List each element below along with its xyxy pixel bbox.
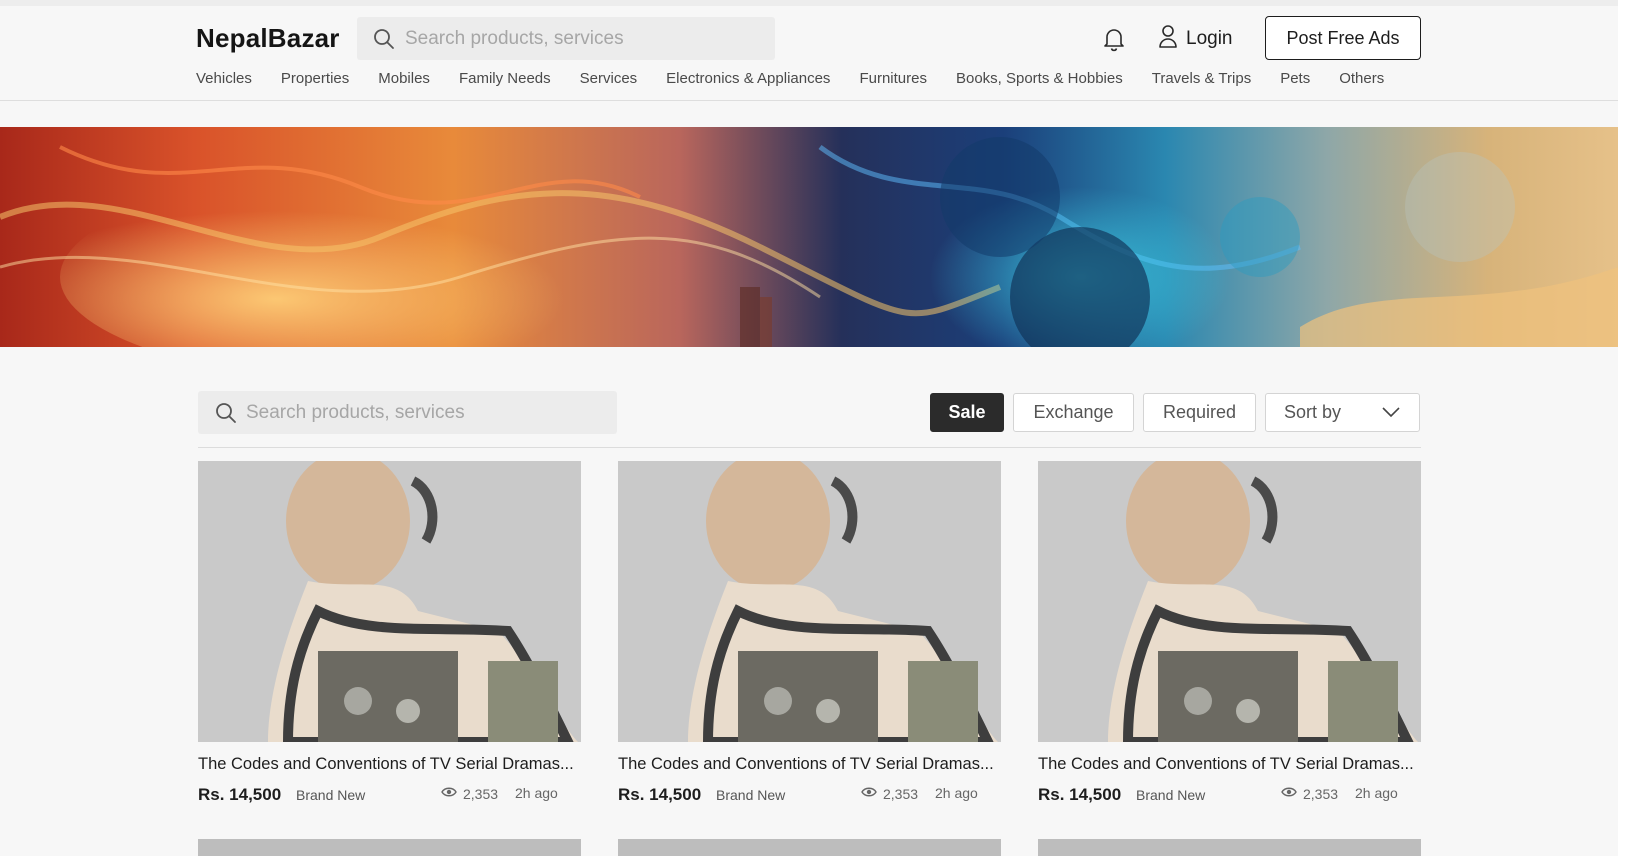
search-icon — [215, 402, 237, 429]
user-icon — [1158, 24, 1178, 53]
product-views-count: 2,353 — [883, 786, 919, 802]
page: NepalBazar Login Post Free Ads Vehicles … — [0, 0, 1630, 856]
right-edge — [1618, 0, 1630, 856]
product-image[interactable] — [198, 461, 581, 742]
product-title[interactable]: The Codes and Conventions of TV Serial D… — [198, 755, 581, 774]
category-travels[interactable]: Travels & Trips — [1152, 70, 1251, 87]
product-posted-time: 2h ago — [935, 785, 978, 801]
product-title[interactable]: The Codes and Conventions of TV Serial D… — [1038, 755, 1421, 774]
filter-exchange-button[interactable]: Exchange — [1013, 393, 1134, 432]
category-books-sports[interactable]: Books, Sports & Hobbies — [956, 70, 1123, 87]
product-price: Rs. 14,500 — [618, 785, 702, 804]
product-price: Rs. 14,500 — [198, 785, 282, 804]
site-logo[interactable]: NepalBazar — [196, 23, 340, 54]
category-nav: Vehicles Properties Mobiles Family Needs… — [196, 70, 1384, 87]
category-services[interactable]: Services — [580, 70, 638, 87]
product-condition: Brand New — [716, 787, 786, 803]
sort-by-label: Sort by — [1284, 402, 1342, 422]
eye-icon — [861, 785, 877, 803]
filter-sale-button[interactable]: Sale — [930, 393, 1004, 432]
product-condition: Brand New — [1136, 787, 1206, 803]
product-image-partial[interactable] — [198, 839, 581, 856]
category-family-needs[interactable]: Family Needs — [459, 70, 551, 87]
product-card[interactable]: The Codes and Conventions of TV Serial D… — [1038, 461, 1421, 808]
product-meta: Rs. 14,500 Brand New 2,353 2h ago — [198, 782, 581, 808]
login-label: Login — [1186, 27, 1233, 49]
category-mobiles[interactable]: Mobiles — [378, 70, 430, 87]
chevron-down-icon — [1381, 402, 1401, 423]
product-card[interactable]: The Codes and Conventions of TV Serial D… — [618, 461, 1001, 808]
product-image-partial[interactable] — [618, 839, 1001, 856]
product-card[interactable]: The Codes and Conventions of TV Serial D… — [198, 461, 581, 808]
product-views: 2,353 — [861, 785, 918, 803]
listing-search-box[interactable] — [198, 391, 617, 434]
product-views-count: 2,353 — [1303, 786, 1339, 802]
filter-required-button[interactable]: Required — [1143, 393, 1256, 432]
product-price: Rs. 14,500 — [1038, 785, 1122, 804]
product-image-partial[interactable] — [1038, 839, 1421, 856]
category-electronics[interactable]: Electronics & Appliances — [666, 70, 830, 87]
product-condition: Brand New — [296, 787, 366, 803]
header-search-box[interactable] — [357, 17, 775, 60]
category-vehicles[interactable]: Vehicles — [196, 70, 252, 87]
product-title[interactable]: The Codes and Conventions of TV Serial D… — [618, 755, 1001, 774]
login-link[interactable]: Login — [1158, 24, 1233, 53]
category-furnitures[interactable]: Furnitures — [859, 70, 927, 87]
product-views: 2,353 — [1281, 785, 1338, 803]
header-search-input[interactable] — [405, 17, 765, 60]
eye-icon — [441, 785, 457, 803]
product-posted-time: 2h ago — [1355, 785, 1398, 801]
eye-icon — [1281, 785, 1297, 803]
site-header: NepalBazar Login Post Free Ads Vehicles … — [0, 6, 1618, 101]
product-image[interactable] — [618, 461, 1001, 742]
listing-search-input[interactable] — [246, 391, 606, 434]
bell-icon[interactable] — [1102, 26, 1126, 57]
product-posted-time: 2h ago — [515, 785, 558, 801]
search-icon — [373, 28, 395, 55]
product-meta: Rs. 14,500 Brand New 2,353 2h ago — [1038, 782, 1421, 808]
sort-by-dropdown[interactable]: Sort by — [1265, 393, 1420, 432]
category-pets[interactable]: Pets — [1280, 70, 1310, 87]
product-image[interactable] — [1038, 461, 1421, 742]
hero-banner — [0, 127, 1618, 347]
product-views-count: 2,353 — [463, 786, 499, 802]
post-free-ads-button[interactable]: Post Free Ads — [1265, 16, 1421, 60]
product-meta: Rs. 14,500 Brand New 2,353 2h ago — [618, 782, 1001, 808]
category-others[interactable]: Others — [1339, 70, 1384, 87]
product-views: 2,353 — [441, 785, 498, 803]
filter-divider — [198, 447, 1421, 448]
category-properties[interactable]: Properties — [281, 70, 349, 87]
